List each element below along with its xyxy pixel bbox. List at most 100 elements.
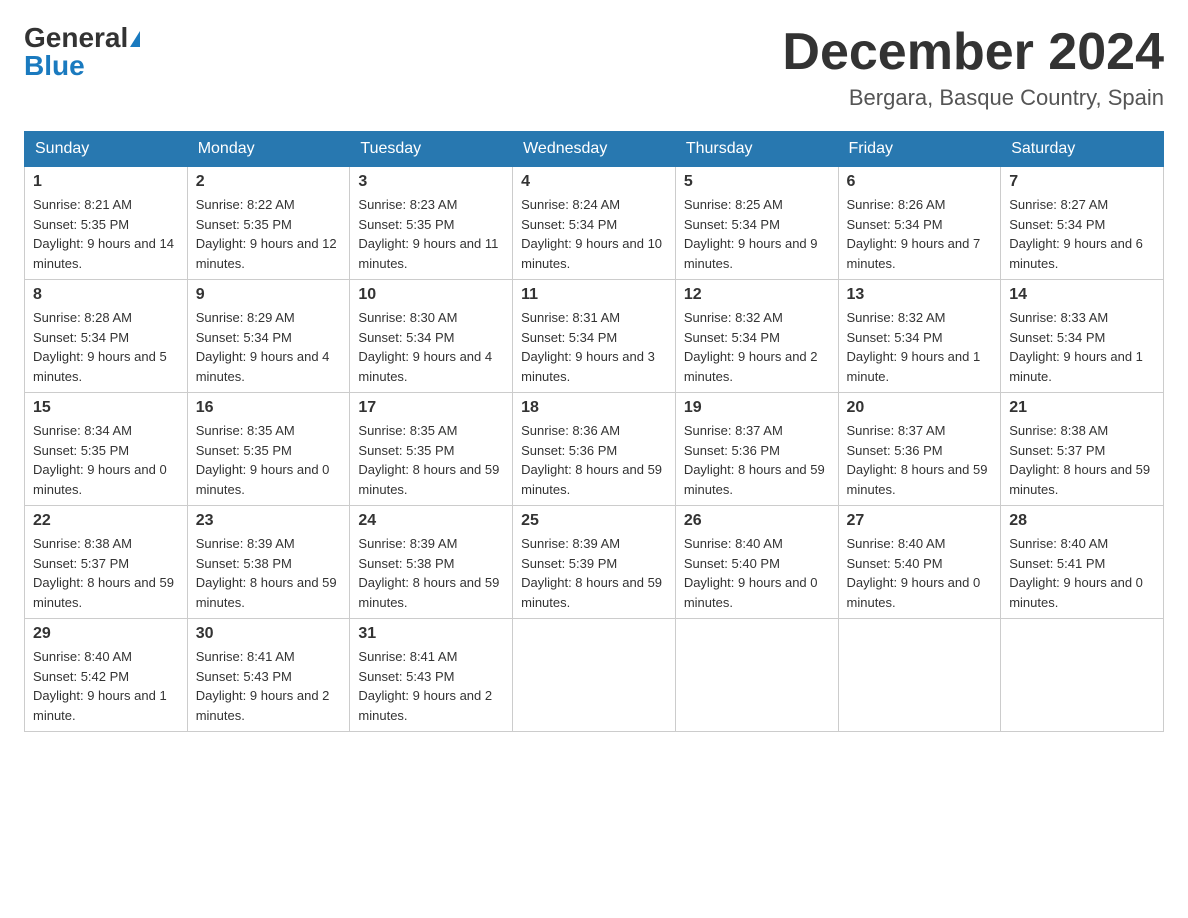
day-info: Sunrise: 8:37 AMSunset: 5:36 PMDaylight:… <box>684 421 830 499</box>
calendar-week-row: 15 Sunrise: 8:34 AMSunset: 5:35 PMDaylig… <box>25 393 1164 506</box>
day-info: Sunrise: 8:41 AMSunset: 5:43 PMDaylight:… <box>358 647 504 725</box>
weekday-header-wednesday: Wednesday <box>513 132 676 167</box>
day-number: 19 <box>684 399 830 417</box>
weekday-header-saturday: Saturday <box>1001 132 1164 167</box>
calendar-cell: 23 Sunrise: 8:39 AMSunset: 5:38 PMDaylig… <box>187 506 350 619</box>
day-number: 27 <box>847 512 993 530</box>
calendar-cell: 15 Sunrise: 8:34 AMSunset: 5:35 PMDaylig… <box>25 393 188 506</box>
day-number: 17 <box>358 399 504 417</box>
weekday-header-tuesday: Tuesday <box>350 132 513 167</box>
day-number: 21 <box>1009 399 1155 417</box>
day-info: Sunrise: 8:23 AMSunset: 5:35 PMDaylight:… <box>358 195 504 273</box>
day-number: 11 <box>521 286 667 304</box>
day-info: Sunrise: 8:22 AMSunset: 5:35 PMDaylight:… <box>196 195 342 273</box>
day-info: Sunrise: 8:40 AMSunset: 5:40 PMDaylight:… <box>847 534 993 612</box>
calendar-cell: 11 Sunrise: 8:31 AMSunset: 5:34 PMDaylig… <box>513 280 676 393</box>
day-info: Sunrise: 8:34 AMSunset: 5:35 PMDaylight:… <box>33 421 179 499</box>
calendar-cell: 22 Sunrise: 8:38 AMSunset: 5:37 PMDaylig… <box>25 506 188 619</box>
day-number: 9 <box>196 286 342 304</box>
weekday-header-sunday: Sunday <box>25 132 188 167</box>
day-number: 25 <box>521 512 667 530</box>
day-number: 4 <box>521 173 667 191</box>
day-number: 31 <box>358 625 504 643</box>
day-number: 16 <box>196 399 342 417</box>
calendar-cell: 7 Sunrise: 8:27 AMSunset: 5:34 PMDayligh… <box>1001 167 1164 280</box>
weekday-header-monday: Monday <box>187 132 350 167</box>
day-number: 24 <box>358 512 504 530</box>
day-info: Sunrise: 8:35 AMSunset: 5:35 PMDaylight:… <box>196 421 342 499</box>
weekday-header-thursday: Thursday <box>675 132 838 167</box>
day-number: 8 <box>33 286 179 304</box>
calendar-cell: 13 Sunrise: 8:32 AMSunset: 5:34 PMDaylig… <box>838 280 1001 393</box>
calendar-week-row: 29 Sunrise: 8:40 AMSunset: 5:42 PMDaylig… <box>25 619 1164 732</box>
day-number: 13 <box>847 286 993 304</box>
calendar-cell: 21 Sunrise: 8:38 AMSunset: 5:37 PMDaylig… <box>1001 393 1164 506</box>
day-number: 5 <box>684 173 830 191</box>
calendar-week-row: 22 Sunrise: 8:38 AMSunset: 5:37 PMDaylig… <box>25 506 1164 619</box>
logo: General Blue <box>24 24 140 80</box>
day-info: Sunrise: 8:27 AMSunset: 5:34 PMDaylight:… <box>1009 195 1155 273</box>
day-number: 14 <box>1009 286 1155 304</box>
day-number: 18 <box>521 399 667 417</box>
logo-general: General <box>24 22 128 53</box>
weekday-header-friday: Friday <box>838 132 1001 167</box>
day-info: Sunrise: 8:33 AMSunset: 5:34 PMDaylight:… <box>1009 308 1155 386</box>
location-title: Bergara, Basque Country, Spain <box>782 85 1164 111</box>
calendar-cell: 28 Sunrise: 8:40 AMSunset: 5:41 PMDaylig… <box>1001 506 1164 619</box>
day-number: 15 <box>33 399 179 417</box>
calendar-cell: 4 Sunrise: 8:24 AMSunset: 5:34 PMDayligh… <box>513 167 676 280</box>
day-info: Sunrise: 8:36 AMSunset: 5:36 PMDaylight:… <box>521 421 667 499</box>
day-number: 22 <box>33 512 179 530</box>
day-info: Sunrise: 8:38 AMSunset: 5:37 PMDaylight:… <box>1009 421 1155 499</box>
calendar-cell: 12 Sunrise: 8:32 AMSunset: 5:34 PMDaylig… <box>675 280 838 393</box>
day-info: Sunrise: 8:32 AMSunset: 5:34 PMDaylight:… <box>847 308 993 386</box>
month-title: December 2024 <box>782 24 1164 81</box>
calendar-cell: 14 Sunrise: 8:33 AMSunset: 5:34 PMDaylig… <box>1001 280 1164 393</box>
calendar-cell: 24 Sunrise: 8:39 AMSunset: 5:38 PMDaylig… <box>350 506 513 619</box>
day-info: Sunrise: 8:40 AMSunset: 5:42 PMDaylight:… <box>33 647 179 725</box>
day-info: Sunrise: 8:35 AMSunset: 5:35 PMDaylight:… <box>358 421 504 499</box>
day-number: 1 <box>33 173 179 191</box>
day-info: Sunrise: 8:28 AMSunset: 5:34 PMDaylight:… <box>33 308 179 386</box>
calendar-cell: 26 Sunrise: 8:40 AMSunset: 5:40 PMDaylig… <box>675 506 838 619</box>
calendar-cell: 10 Sunrise: 8:30 AMSunset: 5:34 PMDaylig… <box>350 280 513 393</box>
logo-triangle-icon <box>130 31 140 47</box>
page-header: General Blue December 2024 Bergara, Basq… <box>24 24 1164 111</box>
day-number: 20 <box>847 399 993 417</box>
day-number: 28 <box>1009 512 1155 530</box>
day-number: 12 <box>684 286 830 304</box>
calendar-cell: 5 Sunrise: 8:25 AMSunset: 5:34 PMDayligh… <box>675 167 838 280</box>
day-info: Sunrise: 8:32 AMSunset: 5:34 PMDaylight:… <box>684 308 830 386</box>
calendar-table: SundayMondayTuesdayWednesdayThursdayFrid… <box>24 131 1164 732</box>
calendar-cell: 17 Sunrise: 8:35 AMSunset: 5:35 PMDaylig… <box>350 393 513 506</box>
calendar-cell: 25 Sunrise: 8:39 AMSunset: 5:39 PMDaylig… <box>513 506 676 619</box>
calendar-cell: 31 Sunrise: 8:41 AMSunset: 5:43 PMDaylig… <box>350 619 513 732</box>
calendar-cell: 30 Sunrise: 8:41 AMSunset: 5:43 PMDaylig… <box>187 619 350 732</box>
calendar-cell: 9 Sunrise: 8:29 AMSunset: 5:34 PMDayligh… <box>187 280 350 393</box>
day-info: Sunrise: 8:39 AMSunset: 5:38 PMDaylight:… <box>196 534 342 612</box>
day-number: 7 <box>1009 173 1155 191</box>
calendar-cell <box>838 619 1001 732</box>
day-number: 30 <box>196 625 342 643</box>
day-info: Sunrise: 8:30 AMSunset: 5:34 PMDaylight:… <box>358 308 504 386</box>
day-info: Sunrise: 8:26 AMSunset: 5:34 PMDaylight:… <box>847 195 993 273</box>
calendar-cell: 20 Sunrise: 8:37 AMSunset: 5:36 PMDaylig… <box>838 393 1001 506</box>
calendar-cell: 29 Sunrise: 8:40 AMSunset: 5:42 PMDaylig… <box>25 619 188 732</box>
day-info: Sunrise: 8:38 AMSunset: 5:37 PMDaylight:… <box>33 534 179 612</box>
day-info: Sunrise: 8:41 AMSunset: 5:43 PMDaylight:… <box>196 647 342 725</box>
day-number: 29 <box>33 625 179 643</box>
title-section: December 2024 Bergara, Basque Country, S… <box>782 24 1164 111</box>
day-number: 3 <box>358 173 504 191</box>
calendar-cell: 16 Sunrise: 8:35 AMSunset: 5:35 PMDaylig… <box>187 393 350 506</box>
calendar-week-row: 8 Sunrise: 8:28 AMSunset: 5:34 PMDayligh… <box>25 280 1164 393</box>
weekday-header-row: SundayMondayTuesdayWednesdayThursdayFrid… <box>25 132 1164 167</box>
day-info: Sunrise: 8:40 AMSunset: 5:41 PMDaylight:… <box>1009 534 1155 612</box>
logo-text: General <box>24 24 140 52</box>
day-info: Sunrise: 8:24 AMSunset: 5:34 PMDaylight:… <box>521 195 667 273</box>
logo-blue: Blue <box>24 52 85 80</box>
day-info: Sunrise: 8:39 AMSunset: 5:39 PMDaylight:… <box>521 534 667 612</box>
calendar-cell: 2 Sunrise: 8:22 AMSunset: 5:35 PMDayligh… <box>187 167 350 280</box>
day-info: Sunrise: 8:29 AMSunset: 5:34 PMDaylight:… <box>196 308 342 386</box>
day-info: Sunrise: 8:40 AMSunset: 5:40 PMDaylight:… <box>684 534 830 612</box>
day-number: 26 <box>684 512 830 530</box>
